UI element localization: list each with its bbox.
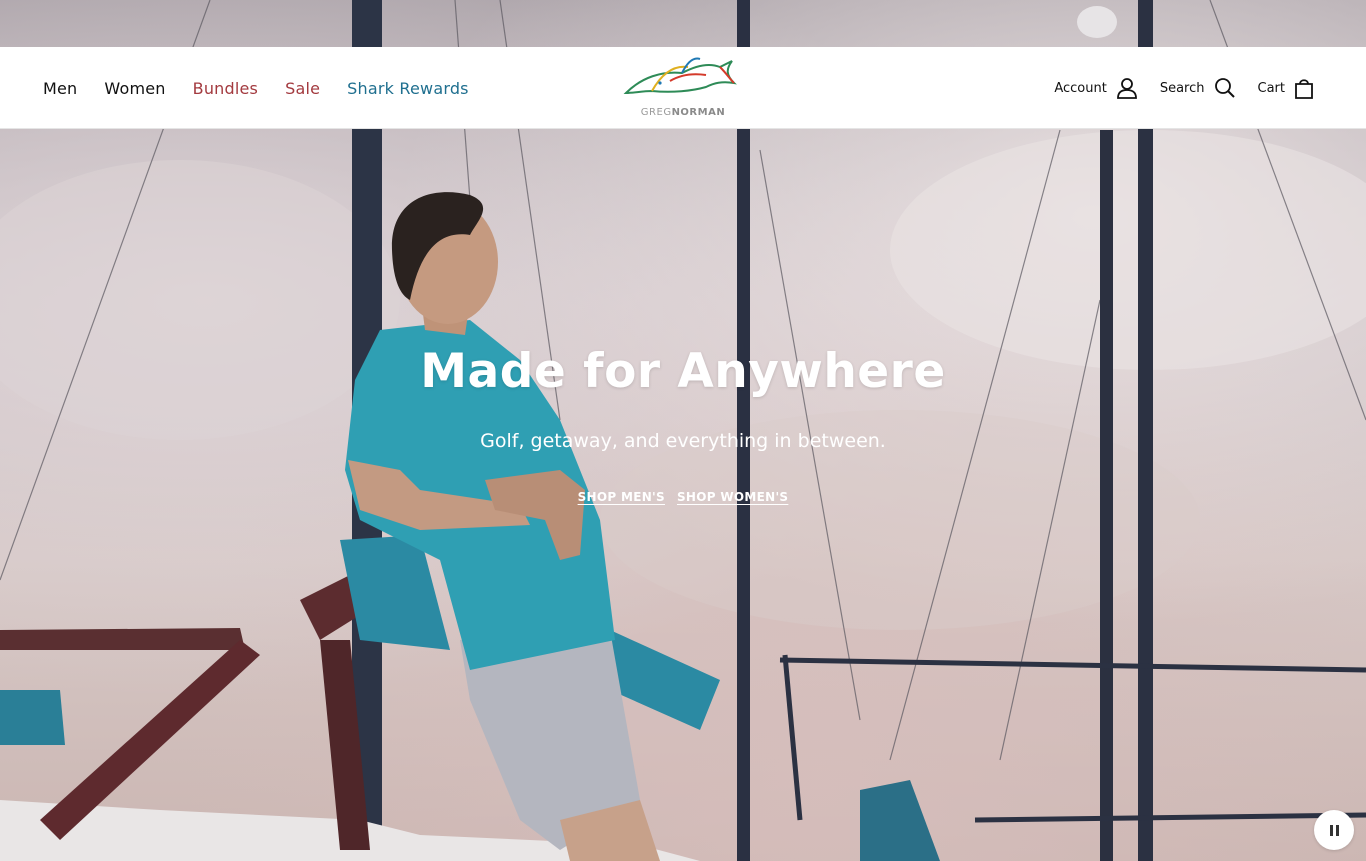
shop-mens-link[interactable]: SHOP MEN'S — [578, 490, 665, 504]
main-nav: Men Women Bundles Sale Shark Rewards — [43, 47, 469, 129]
hero-cta-group: SHOP MEN'S SHOP WOMEN'S — [0, 490, 1366, 504]
person-icon — [1116, 78, 1137, 99]
nav-sale[interactable]: Sale — [285, 79, 320, 98]
pause-icon-bar — [1335, 824, 1339, 836]
shop-womens-link[interactable]: SHOP WOMEN'S — [677, 490, 788, 504]
account-label: Account — [1054, 80, 1107, 96]
hero-subtitle: Golf, getaway, and everything in between… — [480, 430, 886, 452]
site-header: Men Women Bundles Sale Shark Rewards GRE… — [0, 47, 1366, 129]
account-link[interactable]: Account — [1054, 77, 1138, 99]
video-pause-button[interactable] — [1314, 810, 1354, 850]
nav-shark-rewards[interactable]: Shark Rewards — [347, 79, 469, 98]
greg-norman-logo[interactable]: GREGNORMAN — [622, 55, 744, 121]
nav-bundles[interactable]: Bundles — [193, 79, 258, 98]
logo-part-norman: NORMAN — [671, 107, 726, 118]
shark-logo-icon — [623, 57, 737, 95]
pause-icon — [1329, 824, 1333, 836]
shopping-bag-icon — [1295, 79, 1313, 99]
utility-nav: Account Search Cart — [1054, 47, 1314, 129]
cart-link[interactable]: Cart — [1258, 77, 1315, 99]
magnifier-icon — [1214, 78, 1235, 98]
logo-wordmark: GREGNORMAN — [622, 107, 744, 118]
nav-men[interactable]: Men — [43, 79, 77, 98]
search-label: Search — [1159, 80, 1205, 96]
logo-part-greg: GREG — [640, 107, 672, 118]
nav-women[interactable]: Women — [104, 79, 165, 98]
cart-label: Cart — [1257, 80, 1286, 96]
hero-title: Made for Anywhere — [420, 344, 946, 399]
search-link[interactable]: Search — [1160, 77, 1236, 99]
